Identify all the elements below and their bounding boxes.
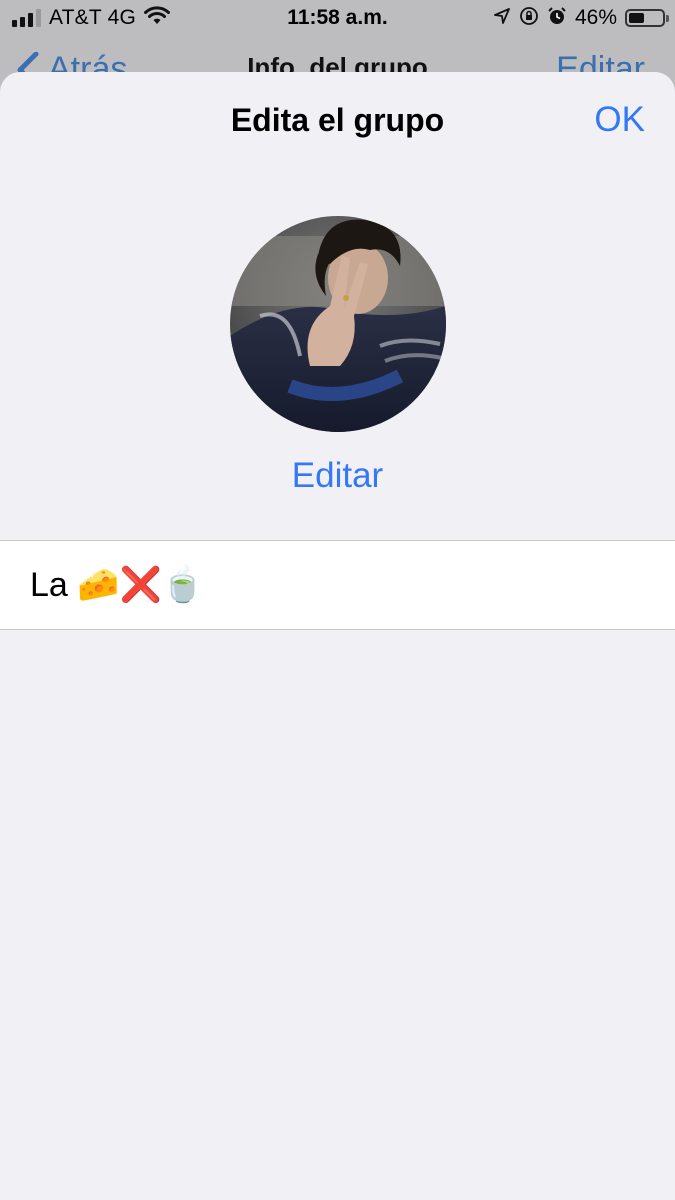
group-name-row: La 🧀❌🍵: [0, 540, 675, 630]
edit-photo-button[interactable]: Editar: [0, 456, 675, 496]
group-name-field[interactable]: La 🧀❌🍵: [30, 565, 204, 605]
status-bar: AT&T 4G 11:58 a.m. 46%: [0, 0, 675, 36]
alarm-icon: [547, 6, 567, 31]
orientation-lock-icon: [519, 6, 539, 31]
group-avatar[interactable]: [230, 216, 446, 432]
status-right: 46%: [493, 6, 669, 31]
battery-percent: 46%: [574, 6, 617, 29]
sheet-title: Edita el grupo: [230, 102, 445, 138]
group-photo: [230, 216, 446, 432]
ok-button[interactable]: OK: [594, 100, 645, 140]
battery-icon: [625, 9, 669, 27]
edit-group-sheet: Edita el grupo OK Editar La 🧀❌🍵: [0, 72, 675, 1200]
location-icon: [493, 7, 511, 30]
